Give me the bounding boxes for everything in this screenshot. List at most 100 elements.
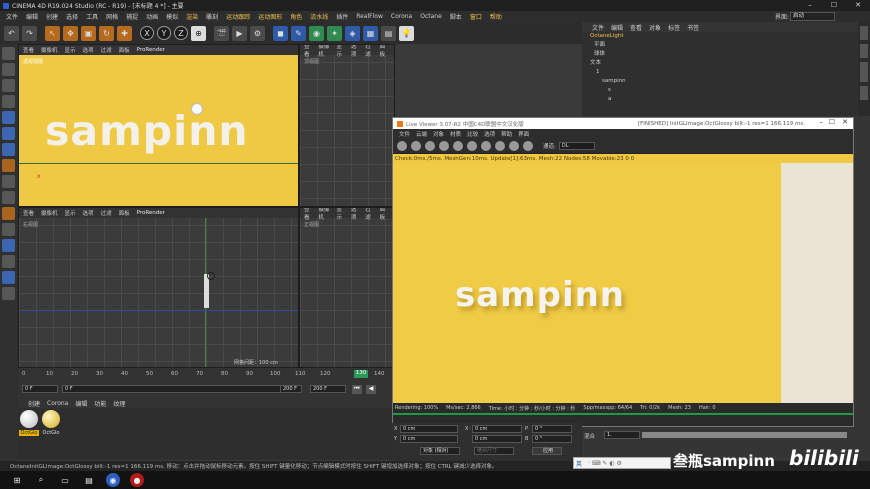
vp-menu-display[interactable]: 显示: [65, 46, 76, 54]
close-button[interactable]: ✕: [846, 0, 870, 11]
undo-button[interactable]: ↶: [4, 25, 19, 41]
max-frame-field[interactable]: 200 F: [310, 385, 346, 393]
side-tab-objects[interactable]: [860, 26, 868, 40]
vp-menu-view[interactable]: 查看: [23, 209, 34, 217]
lv-menu-help[interactable]: 帮助: [501, 130, 512, 138]
tweak-mode-icon[interactable]: [2, 175, 15, 188]
vp-menu-panel[interactable]: 面板: [119, 209, 130, 217]
object-item-sampinn[interactable]: sampinn: [586, 77, 870, 86]
lv-menu-compare[interactable]: 比较: [467, 130, 478, 138]
lv-minimize-button[interactable]: –: [820, 118, 824, 126]
vp-menu-display[interactable]: 显示: [65, 209, 76, 217]
mat-menu-corona[interactable]: Corona: [47, 400, 68, 407]
x-axis-lock-icon[interactable]: X: [140, 26, 154, 40]
coordinate-system-icon[interactable]: ⊕: [191, 25, 206, 41]
lv-menu-materials[interactable]: 材质: [450, 130, 461, 138]
om-menu-tags[interactable]: 标签: [668, 23, 680, 32]
lv-menu-cloud[interactable]: 云端: [416, 130, 427, 138]
vp-menu-camera[interactable]: 摄像机: [41, 209, 58, 217]
search-icon[interactable]: ⌕: [34, 473, 48, 487]
model-mode-icon[interactable]: [2, 63, 15, 76]
vp-menu-display[interactable]: 显示: [336, 208, 343, 221]
menu-edit[interactable]: 编辑: [26, 12, 38, 21]
pause-icon[interactable]: [425, 140, 435, 151]
camera-icon[interactable]: ▤: [381, 25, 396, 41]
menu-file[interactable]: 文件: [6, 12, 18, 21]
current-frame-marker[interactable]: 130: [354, 370, 368, 378]
menu-plugins[interactable]: 插件: [336, 12, 348, 21]
deformer-icon[interactable]: ◈: [345, 25, 360, 41]
menu-corona[interactable]: Corona: [391, 13, 412, 20]
pin-icon[interactable]: [523, 140, 533, 151]
gear-icon[interactable]: [453, 140, 463, 151]
mat-menu-texture[interactable]: 纹理: [113, 399, 125, 408]
maximize-button[interactable]: ☐: [822, 0, 846, 11]
vp-menu-filter[interactable]: 过滤: [101, 209, 112, 217]
windows-start-icon[interactable]: ⊞: [10, 473, 24, 487]
mix-slider[interactable]: [642, 432, 847, 438]
polygons-mode-icon[interactable]: [2, 143, 15, 156]
solo-icon[interactable]: [2, 207, 15, 220]
points-mode-icon[interactable]: [2, 111, 15, 124]
material-ball-yellow[interactable]: [42, 410, 60, 428]
side-tab-structure[interactable]: [860, 86, 868, 100]
menu-help[interactable]: 帮助: [490, 12, 502, 21]
lv-menu-options[interactable]: 选项: [484, 130, 495, 138]
menu-motion-tracking[interactable]: 运动跟踪: [226, 12, 250, 21]
layout-select[interactable]: 启动: [790, 12, 835, 21]
viewport-right[interactable]: 查看 摄像机 显示 选项 过滤 面板 ProRender 右视图 网格间距：10…: [18, 207, 299, 368]
viewport-front[interactable]: 查看 摄像机 显示 选项 过滤 面板 正视图: [299, 207, 395, 368]
side-tab-content-browser[interactable]: [860, 62, 868, 82]
vp-menu-view[interactable]: 查看: [304, 45, 311, 58]
menu-snap[interactable]: 捕捉: [126, 12, 138, 21]
render-picture-viewer-icon[interactable]: ▶: [232, 25, 247, 41]
live-viewer-window[interactable]: Live Viewer 3.07-R2 中国C4D联盟中文汉化版 [FINISH…: [392, 117, 854, 427]
live-select-icon[interactable]: ↖: [45, 25, 60, 41]
om-menu-objects[interactable]: 对象: [649, 23, 661, 32]
menu-select[interactable]: 选择: [66, 12, 78, 21]
step-back-icon[interactable]: ◀: [366, 385, 376, 394]
menu-window[interactable]: 窗口: [470, 12, 482, 21]
apply-button[interactable]: 应用: [532, 447, 562, 455]
lv-menu-file[interactable]: 文件: [399, 130, 410, 138]
paint-icon[interactable]: [2, 255, 15, 268]
texture-mode-icon[interactable]: [2, 79, 15, 92]
move-icon[interactable]: ✥: [63, 25, 78, 41]
file-explorer-icon[interactable]: ▤: [82, 473, 96, 487]
vp-menu-options[interactable]: 选项: [83, 46, 94, 54]
mix-field[interactable]: 1.: [604, 431, 640, 439]
timeline[interactable]: 0 10 20 30 40 50 60 70 80 90 100 110 120…: [18, 368, 393, 398]
mat-menu-edit[interactable]: 编辑: [75, 399, 87, 408]
z-axis-lock-icon[interactable]: Z: [174, 26, 188, 40]
menu-animate[interactable]: 动画: [146, 12, 158, 21]
lv-menu-objects[interactable]: 对象: [433, 130, 444, 138]
pen-icon[interactable]: ✎: [291, 25, 306, 41]
edges-mode-icon[interactable]: [2, 127, 15, 140]
menu-realflow[interactable]: RealFlow: [356, 13, 383, 20]
object-item-s[interactable]: s: [586, 86, 870, 95]
size-x-field[interactable]: 0 cm: [472, 425, 522, 433]
menu-simulate[interactable]: 模拟: [166, 12, 178, 21]
om-menu-file[interactable]: 文件: [592, 23, 604, 32]
workplane-lock-icon[interactable]: [2, 223, 15, 236]
mat-menu-function[interactable]: 功能: [94, 399, 106, 408]
menu-mesh[interactable]: 网格: [106, 12, 118, 21]
vp-menu-view[interactable]: 查看: [23, 46, 34, 54]
redo-button[interactable]: ↷: [22, 25, 37, 41]
vp-menu-filter[interactable]: 过滤: [365, 45, 372, 58]
minimize-button[interactable]: –: [798, 0, 822, 11]
recorder-taskbar-icon[interactable]: ●: [130, 473, 144, 487]
vp-menu-panel[interactable]: 面板: [119, 46, 130, 54]
vp-menu-prorender[interactable]: ProRender: [137, 210, 165, 216]
ime-toolbar[interactable]: 英 · ⌨ ✎ ◐ ⚙: [573, 457, 671, 469]
menu-create[interactable]: 创建: [46, 12, 58, 21]
channel-select[interactable]: DL: [558, 141, 595, 150]
vp-menu-display[interactable]: 显示: [336, 45, 343, 58]
vp-menu-camera[interactable]: 摄像机: [318, 45, 329, 58]
menu-render[interactable]: 渲染: [186, 12, 198, 21]
subdivision-icon[interactable]: ◉: [309, 25, 324, 41]
material-name[interactable]: OctGlo: [41, 430, 61, 436]
workplane-icon[interactable]: [2, 95, 15, 108]
viewport-perspective[interactable]: 查看 摄像机 显示 选项 过滤 面板 ProRender 透视视图 sampin…: [18, 44, 299, 207]
vp-menu-camera[interactable]: 摄像机: [318, 208, 329, 221]
